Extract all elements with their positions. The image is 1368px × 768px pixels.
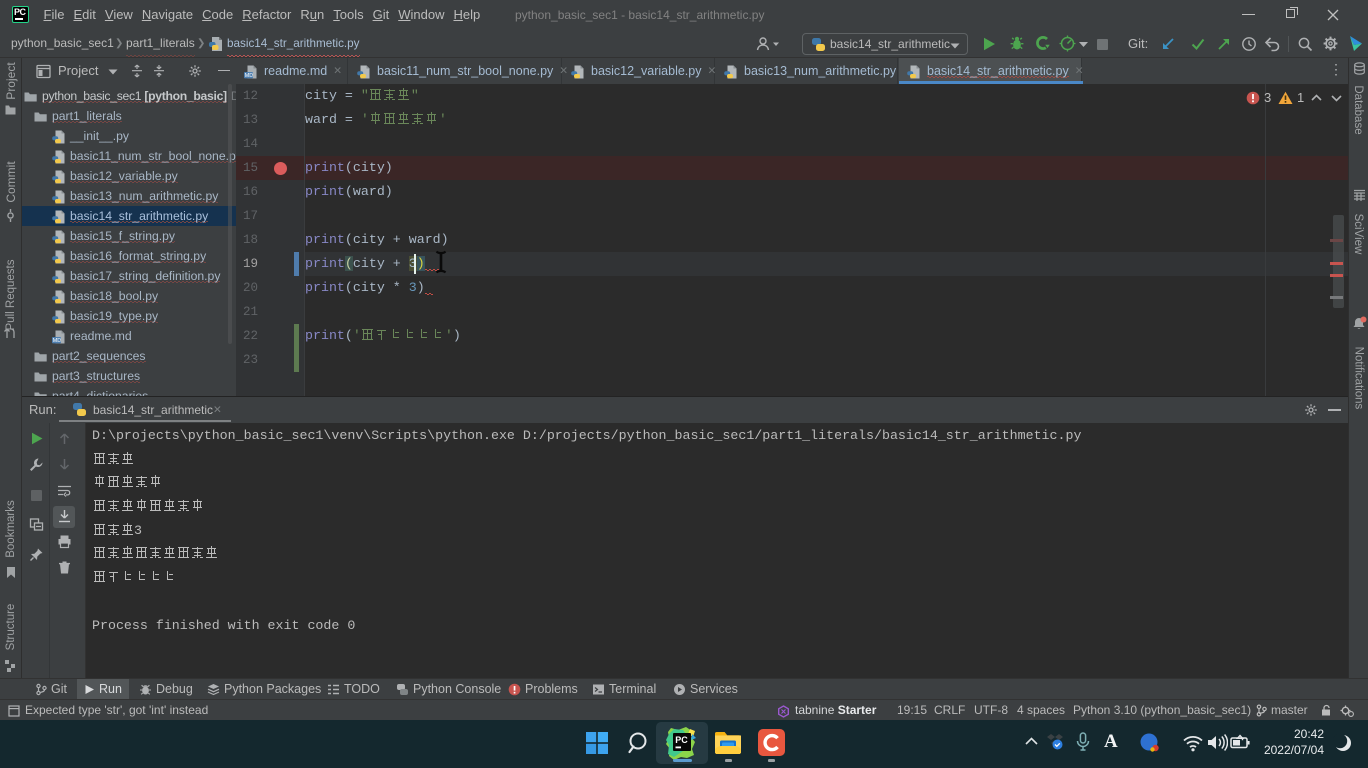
svg-text:PC: PC: [675, 735, 688, 745]
